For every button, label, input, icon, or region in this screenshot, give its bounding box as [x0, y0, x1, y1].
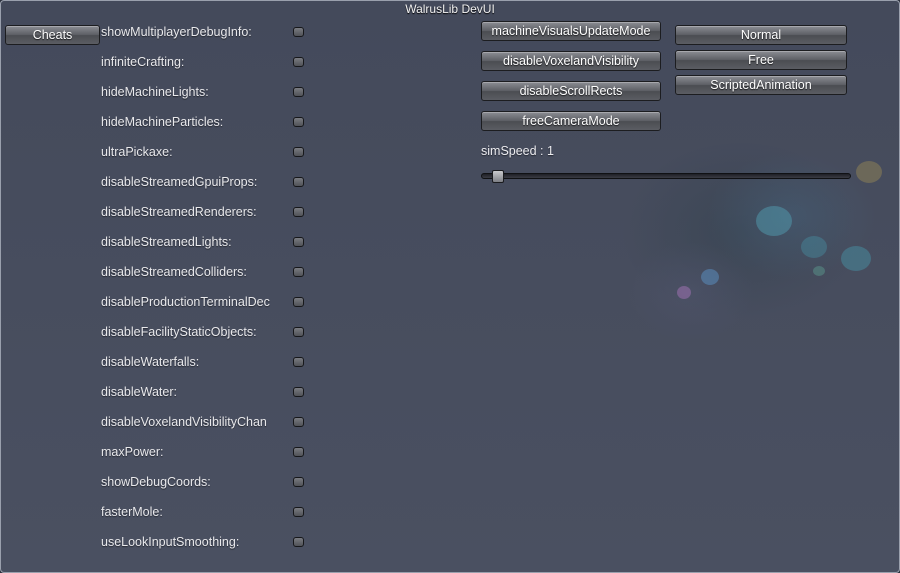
setting-toggle[interactable] — [293, 297, 304, 307]
setting-toggle[interactable] — [293, 507, 304, 517]
background-foliage — [677, 286, 691, 299]
background-foliage — [801, 236, 827, 258]
devui-window: WalrusLib DevUI Cheats showMultiplayerDe… — [0, 0, 900, 573]
setting-toggle[interactable] — [293, 327, 304, 337]
window-title: WalrusLib DevUI — [405, 2, 495, 16]
background-foliage — [856, 161, 882, 183]
setting-toggle[interactable] — [293, 117, 304, 127]
setting-label: hideMachineParticles: — [101, 115, 224, 129]
background-foliage — [813, 266, 825, 276]
setting-toggle[interactable] — [293, 147, 304, 157]
setting-toggle[interactable] — [293, 537, 304, 547]
setting-label: ultraPickaxe: — [101, 145, 173, 159]
machine-visuals-update-mode-button[interactable]: machineVisualsUpdateMode — [481, 21, 661, 41]
setting-row: maxPower: — [101, 444, 311, 474]
sim-speed-label: simSpeed : 1 — [481, 144, 554, 158]
setting-label: disableWater: — [101, 385, 177, 399]
setting-toggle[interactable] — [293, 477, 304, 487]
sim-speed-slider-thumb[interactable] — [491, 170, 504, 183]
setting-toggle[interactable] — [293, 237, 304, 247]
setting-toggle[interactable] — [293, 57, 304, 67]
setting-label: infiniteCrafting: — [101, 55, 185, 69]
setting-toggle[interactable] — [293, 447, 304, 457]
setting-row: fasterMole: — [101, 504, 311, 534]
setting-label: disableStreamedColliders: — [101, 265, 247, 279]
setting-toggle[interactable] — [293, 387, 304, 397]
setting-label: showDebugCoords: — [101, 475, 211, 489]
setting-toggle[interactable] — [293, 177, 304, 187]
setting-label: useLookInputSmoothing: — [101, 535, 240, 549]
background-foliage — [841, 246, 871, 271]
setting-row: disableStreamedLights: — [101, 234, 311, 264]
setting-label: disableWaterfalls: — [101, 355, 200, 369]
setting-row: hideMachineLights: — [101, 84, 311, 114]
setting-label: disableVoxelandVisibilityChan — [101, 415, 267, 429]
mode-scripted-animation-button[interactable]: ScriptedAnimation — [675, 75, 847, 95]
setting-row: showDebugCoords: — [101, 474, 311, 504]
setting-toggle[interactable] — [293, 357, 304, 367]
setting-row: disableFacilityStaticObjects: — [101, 324, 311, 354]
setting-toggle[interactable] — [293, 207, 304, 217]
setting-label: disableStreamedLights: — [101, 235, 232, 249]
cheats-button[interactable]: Cheats — [5, 25, 100, 45]
setting-label: hideMachineLights: — [101, 85, 209, 99]
setting-row: disableStreamedRenderers: — [101, 204, 311, 234]
setting-toggle[interactable] — [293, 87, 304, 97]
setting-row: hideMachineParticles: — [101, 114, 311, 144]
setting-toggle[interactable] — [293, 27, 304, 37]
setting-row: disableProductionTerminalDec — [101, 294, 311, 324]
setting-row: ultraPickaxe: — [101, 144, 311, 174]
disable-voxeland-visibility-button[interactable]: disableVoxelandVisibility — [481, 51, 661, 71]
mode-free-button[interactable]: Free — [675, 50, 847, 70]
setting-row: disableStreamedGpuiProps: — [101, 174, 311, 204]
setting-row: disableWater: — [101, 384, 311, 414]
setting-label: fasterMole: — [101, 505, 163, 519]
setting-label: disableStreamedRenderers: — [101, 205, 257, 219]
setting-label: disableProductionTerminalDec — [101, 295, 270, 309]
setting-row: useLookInputSmoothing: — [101, 534, 311, 564]
background-foliage — [756, 206, 792, 236]
setting-row: disableVoxelandVisibilityChan — [101, 414, 311, 444]
disable-scroll-rects-button[interactable]: disableScrollRects — [481, 81, 661, 101]
setting-label: maxPower: — [101, 445, 164, 459]
sim-speed-slider[interactable] — [481, 173, 851, 179]
setting-toggle[interactable] — [293, 417, 304, 427]
setting-label: disableStreamedGpuiProps: — [101, 175, 258, 189]
free-camera-mode-button[interactable]: freeCameraMode — [481, 111, 661, 131]
setting-row: showMultiplayerDebugInfo: — [101, 24, 311, 54]
setting-label: showMultiplayerDebugInfo: — [101, 25, 252, 39]
mode-normal-button[interactable]: Normal — [675, 25, 847, 45]
background-foliage — [701, 269, 719, 285]
setting-row: disableWaterfalls: — [101, 354, 311, 384]
setting-row: infiniteCrafting: — [101, 54, 311, 84]
setting-toggle[interactable] — [293, 267, 304, 277]
setting-row: disableStreamedColliders: — [101, 264, 311, 294]
setting-label: disableFacilityStaticObjects: — [101, 325, 257, 339]
